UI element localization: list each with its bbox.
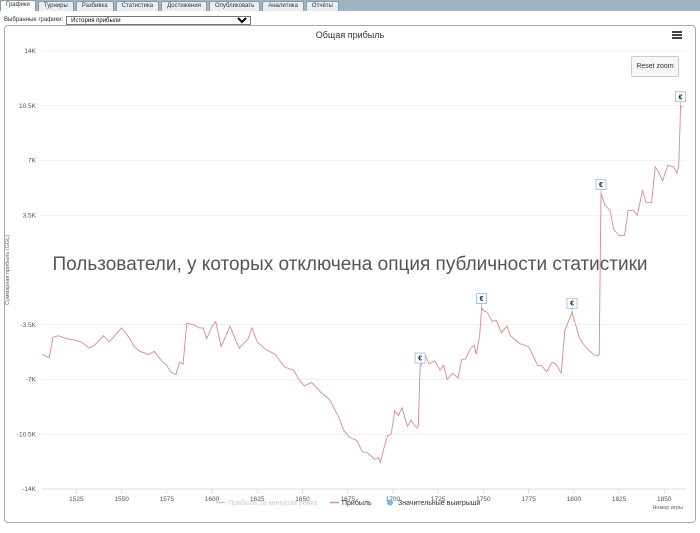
big-win-flag-label: € <box>480 296 484 303</box>
y-tick-label: -7K <box>26 377 37 384</box>
x-tick-label: 1850 <box>657 496 672 503</box>
legend-marker[interactable] <box>387 499 393 506</box>
x-tick-label: 1800 <box>567 496 582 503</box>
x-tick-label: 1575 <box>160 496 175 503</box>
y-tick-label: 10.5K <box>19 103 37 110</box>
x-tick-label: 1525 <box>69 496 84 503</box>
chart-title: Общая прибыль <box>316 30 385 40</box>
big-win-flag-label: € <box>418 355 422 362</box>
y-tick-label: 7K <box>28 158 37 165</box>
big-win-flag-label: € <box>599 182 603 189</box>
legend-item-2[interactable]: Значительные выигрыши <box>398 500 480 507</box>
y-tick-label: 3.5K <box>23 212 37 219</box>
y-tick-label: -10.5K <box>17 431 37 438</box>
big-win-flag-label: € <box>570 301 574 308</box>
y-axis-label: Суммарная прибыль (GGL) <box>5 235 11 305</box>
chart-menu-icon[interactable] <box>672 30 682 40</box>
x-axis-label: Номер игры <box>652 505 683 511</box>
big-win-flag-label: € <box>679 94 683 101</box>
legend-item-0[interactable]: Прибыль за минусом рейка <box>228 499 318 507</box>
y-tick-label: -14K <box>22 486 36 493</box>
y-tick-label: 14K <box>24 48 36 55</box>
y-tick-label: -3.5K <box>20 322 36 329</box>
reset-zoom-button[interactable]: Reset zoom <box>631 56 679 77</box>
legend-item-1[interactable]: Прибыль <box>342 499 372 507</box>
x-tick-label: 1550 <box>114 496 129 503</box>
x-tick-label: 1775 <box>521 496 536 503</box>
x-tick-label: 1825 <box>612 496 627 503</box>
profit-series-line <box>41 104 683 464</box>
profit-chart: Общая прибыль -14K -10.5K -7K -3.5K 3.5K 7K 10.… <box>5 30 686 511</box>
